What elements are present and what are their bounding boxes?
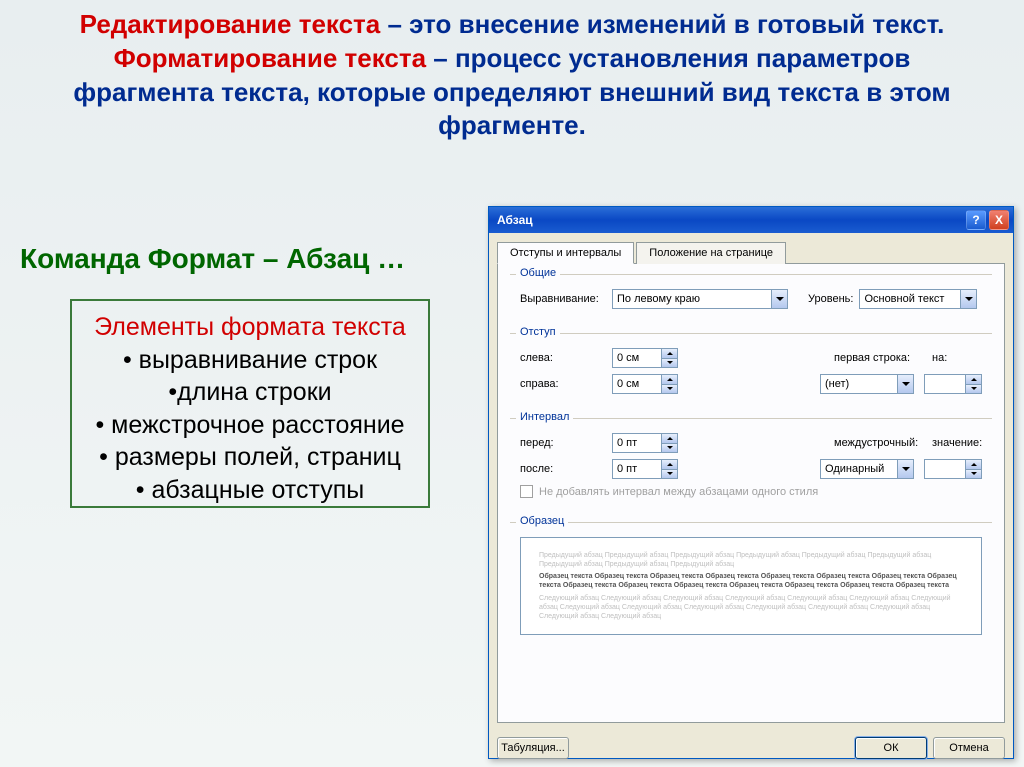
list-item: • размеры полей, страниц — [82, 441, 418, 474]
right-spinner[interactable]: 0 см — [612, 374, 678, 394]
firstline-combo[interactable]: (нет) — [820, 374, 914, 394]
tab-indents[interactable]: Отступы и интервалы — [497, 242, 634, 264]
def1-rest: – это внесение изменений в готовый текст… — [380, 9, 944, 39]
nospace-label: Не добавлять интервал между абзацами одн… — [539, 486, 818, 498]
spin-up-icon[interactable] — [662, 374, 678, 384]
slide-heading: Редактирование текста – это внесение изм… — [0, 0, 1024, 143]
spin-up-icon[interactable] — [662, 348, 678, 358]
tabs-button[interactable]: Табуляция... — [497, 737, 569, 759]
group-spacing: Интервал перед: 0 пт междустрочный: знач… — [510, 418, 992, 512]
by-label: на: — [932, 352, 982, 364]
group-preview: Образец Предыдущий абзац Предыдущий абза… — [510, 522, 992, 643]
group-general: Общие Выравнивание: По левому краю Урове… — [510, 274, 992, 323]
spin-down-icon[interactable] — [662, 384, 678, 395]
preview-prev: Предыдущий абзац Предыдущий абзац Предыд… — [539, 551, 963, 569]
list-item: • межстрочное расстояние — [82, 409, 418, 442]
preview-box: Предыдущий абзац Предыдущий абзац Предыд… — [520, 537, 982, 635]
close-button[interactable]: X — [989, 210, 1009, 230]
by-spinner[interactable] — [924, 374, 982, 394]
spin-down-icon[interactable] — [662, 358, 678, 369]
def1-term: Редактирование текста — [80, 9, 381, 39]
tab-page: Общие Выравнивание: По левому краю Урове… — [497, 263, 1005, 723]
elements-title: Элементы формата текста — [82, 311, 418, 344]
def2-term: Форматирование текста — [114, 43, 426, 73]
nospace-checkbox — [520, 485, 533, 498]
align-combo[interactable]: По левому краю — [612, 289, 788, 309]
line-combo[interactable]: Одинарный — [820, 459, 914, 479]
val-label: значение: — [932, 437, 982, 449]
dialog-title: Абзац — [497, 213, 533, 227]
firstline-label: первая строка: — [834, 352, 926, 364]
button-row: Табуляция... ОК Отмена — [489, 731, 1013, 759]
chevron-down-icon[interactable] — [960, 290, 976, 308]
left-label: слева: — [520, 352, 606, 364]
tab-position[interactable]: Положение на странице — [636, 242, 786, 264]
line-label: междустрочный: — [834, 437, 926, 449]
spin-down-icon[interactable] — [662, 443, 678, 454]
before-label: перед: — [520, 437, 606, 449]
val-spinner[interactable] — [924, 459, 982, 479]
cancel-button[interactable]: Отмена — [933, 737, 1005, 759]
ok-button[interactable]: ОК — [855, 737, 927, 759]
spin-up-icon[interactable] — [662, 459, 678, 469]
titlebar[interactable]: Абзац ? X — [489, 207, 1013, 233]
before-spinner[interactable]: 0 пт — [612, 433, 678, 453]
align-label: Выравнивание: — [520, 293, 606, 305]
spin-down-icon[interactable] — [966, 384, 982, 395]
legend-spacing: Интервал — [516, 411, 573, 423]
list-item: •длина строки — [82, 376, 418, 409]
after-label: после: — [520, 463, 606, 475]
legend-general: Общие — [516, 267, 560, 279]
legend-indent: Отступ — [516, 326, 560, 338]
list-item: • выравнивание строк — [82, 344, 418, 377]
paragraph-dialog: Абзац ? X Отступы и интервалы Положение … — [488, 206, 1014, 759]
preview-sample: Образец текста Образец текста Образец те… — [539, 572, 963, 590]
level-label: Уровень: — [808, 293, 853, 305]
level-combo[interactable]: Основной текст — [859, 289, 977, 309]
chevron-down-icon[interactable] — [897, 460, 913, 478]
right-label: справа: — [520, 378, 606, 390]
spin-up-icon[interactable] — [662, 433, 678, 443]
list-item: • абзацные отступы — [82, 474, 418, 507]
spin-up-icon[interactable] — [966, 459, 982, 469]
help-button[interactable]: ? — [966, 210, 986, 230]
preview-next: Следующий абзац Следующий абзац Следующи… — [539, 594, 963, 621]
left-spinner[interactable]: 0 см — [612, 348, 678, 368]
chevron-down-icon[interactable] — [897, 375, 913, 393]
legend-preview: Образец — [516, 515, 568, 527]
after-spinner[interactable]: 0 пт — [612, 459, 678, 479]
spin-down-icon[interactable] — [966, 469, 982, 480]
spin-up-icon[interactable] — [966, 374, 982, 384]
chevron-down-icon[interactable] — [771, 290, 787, 308]
spin-down-icon[interactable] — [662, 469, 678, 480]
elements-box: Элементы формата текста • выравнивание с… — [70, 299, 430, 508]
group-indent: Отступ слева: 0 см первая строка: на: сп… — [510, 333, 992, 408]
